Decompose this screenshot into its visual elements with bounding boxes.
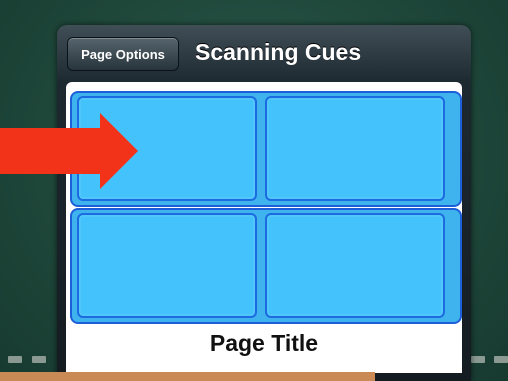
grid-cell[interactable] [265, 96, 445, 201]
bottom-bar [0, 372, 375, 381]
grid-cell[interactable] [265, 213, 445, 318]
page-options-button[interactable]: Page Options [67, 37, 179, 71]
scanning-cues-dialog: Page Options Scanning Cues Page Title [57, 25, 471, 381]
right-arrow-icon [0, 113, 138, 189]
page-indicator-dash [494, 356, 508, 363]
page-indicator-dash [471, 356, 485, 363]
page-title: Page Title [209, 330, 319, 356]
page-indicator-dash [8, 356, 22, 363]
page-indicator-dash [32, 356, 46, 363]
dialog-title: Scanning Cues [195, 39, 362, 65]
grid-cell[interactable] [77, 213, 257, 318]
cell-row-2[interactable] [70, 208, 462, 324]
